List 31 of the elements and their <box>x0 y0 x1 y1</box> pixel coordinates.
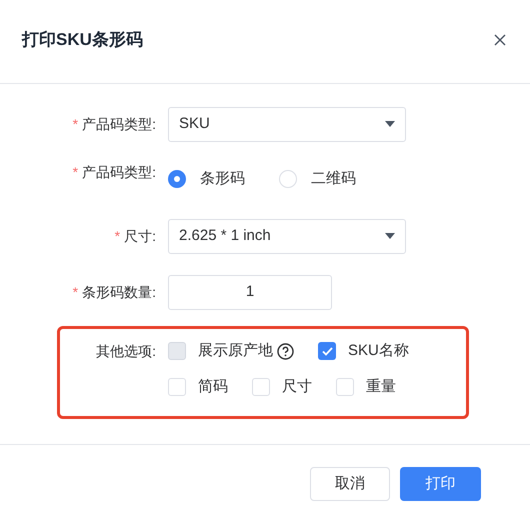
check-icon <box>322 346 332 356</box>
required-mark: * <box>72 282 78 302</box>
quantity-field[interactable]: 1 <box>168 274 332 310</box>
select-field[interactable]: SKU <box>168 106 406 142</box>
checkbox-label[interactable]: 尺寸 <box>282 376 312 398</box>
checkbox[interactable] <box>336 378 354 396</box>
cancel-button[interactable]: 取消 <box>310 467 390 501</box>
close-icon[interactable] <box>494 34 506 46</box>
radio-button[interactable] <box>168 170 186 188</box>
radio-label[interactable]: 条形码 <box>200 168 245 190</box>
dialog-title: 打印SKU条形码 <box>22 28 143 51</box>
required-mark: * <box>72 163 78 182</box>
radio-button[interactable] <box>279 170 297 188</box>
field-label: 产品码类型: <box>82 163 156 182</box>
checkbox-label[interactable]: 简码 <box>198 376 228 398</box>
field-label: 条形码数量: <box>82 282 156 302</box>
checkbox[interactable] <box>252 378 270 396</box>
field-label: 尺寸: <box>124 226 156 246</box>
field-label: 产品码类型: <box>82 114 156 134</box>
radio-label[interactable]: 二维码 <box>311 168 356 190</box>
caret-icon <box>385 121 395 127</box>
checkbox[interactable] <box>168 378 186 396</box>
checkbox[interactable] <box>318 342 336 360</box>
select-field[interactable]: 2.625 * 1 inch <box>168 218 406 254</box>
checkbox-label[interactable]: 重量 <box>366 376 396 398</box>
print-button[interactable]: 打印 <box>400 467 481 501</box>
field-label: 其他选项: <box>96 342 156 360</box>
required-mark: * <box>72 114 78 134</box>
caret-icon <box>385 233 395 239</box>
checkbox-label[interactable]: SKU名称 <box>348 340 409 362</box>
required-mark: * <box>114 226 120 246</box>
